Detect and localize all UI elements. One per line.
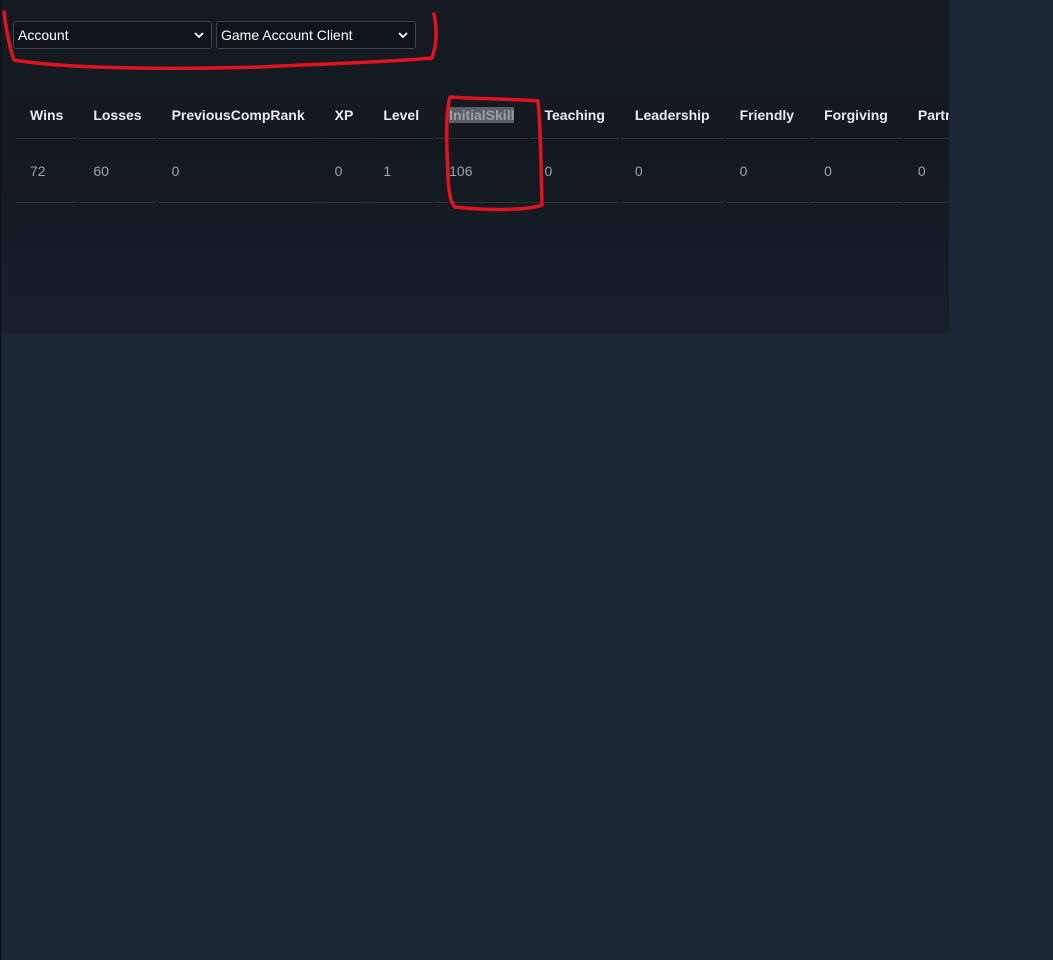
subcategory-select[interactable]: Game Account Client bbox=[216, 21, 416, 49]
column-header-level[interactable]: Level bbox=[369, 92, 434, 139]
column-header-xp[interactable]: XP bbox=[320, 92, 368, 139]
cell-friendly: 0 bbox=[725, 139, 809, 203]
table-header-row: Wins Losses PreviousCompRank XP Level In… bbox=[16, 92, 949, 139]
cell-forgiving: 0 bbox=[810, 139, 902, 203]
category-select[interactable]: Account bbox=[13, 21, 212, 49]
column-header-leadership[interactable]: Leadership bbox=[620, 92, 724, 139]
column-header-friendly[interactable]: Friendly bbox=[725, 92, 809, 139]
table-row: 72 60 0 0 1 106 0 0 0 0 0 bbox=[16, 139, 949, 203]
cell-initial-skill: 106 bbox=[435, 139, 529, 203]
column-header-wins[interactable]: Wins bbox=[16, 92, 78, 139]
cell-xp: 0 bbox=[320, 139, 368, 203]
column-header-previous-comp-rank[interactable]: PreviousCompRank bbox=[157, 92, 319, 139]
stats-table-container: Wins Losses PreviousCompRank XP Level In… bbox=[14, 92, 949, 203]
cell-teaching: 0 bbox=[530, 139, 619, 203]
cell-level: 1 bbox=[369, 139, 434, 203]
column-header-forgiving[interactable]: Forgiving bbox=[810, 92, 902, 139]
column-header-teaching[interactable]: Teaching bbox=[530, 92, 619, 139]
stats-table: Wins Losses PreviousCompRank XP Level In… bbox=[14, 92, 949, 203]
cell-previous-comp-rank: 0 bbox=[157, 139, 319, 203]
initial-skill-selected-text: InitialSkill bbox=[449, 107, 515, 123]
cell-partner-account: 0 bbox=[903, 139, 949, 203]
cell-wins: 72 bbox=[16, 139, 78, 203]
column-header-losses[interactable]: Losses bbox=[79, 92, 156, 139]
chevron-down-icon bbox=[194, 32, 204, 39]
column-header-initial-skill[interactable]: InitialSkill bbox=[435, 92, 529, 139]
category-select-value: Account bbox=[18, 27, 69, 43]
cell-leadership: 0 bbox=[620, 139, 724, 203]
column-header-partner-account[interactable]: PartnerAccountT bbox=[903, 92, 949, 139]
chevron-down-icon bbox=[398, 32, 408, 39]
subcategory-select-value: Game Account Client bbox=[221, 27, 353, 43]
content-panel: Account Game Account Client Wins Losses … bbox=[1, 0, 949, 334]
cell-losses: 60 bbox=[79, 139, 156, 203]
filter-dropdowns: Account Game Account Client bbox=[13, 21, 416, 49]
